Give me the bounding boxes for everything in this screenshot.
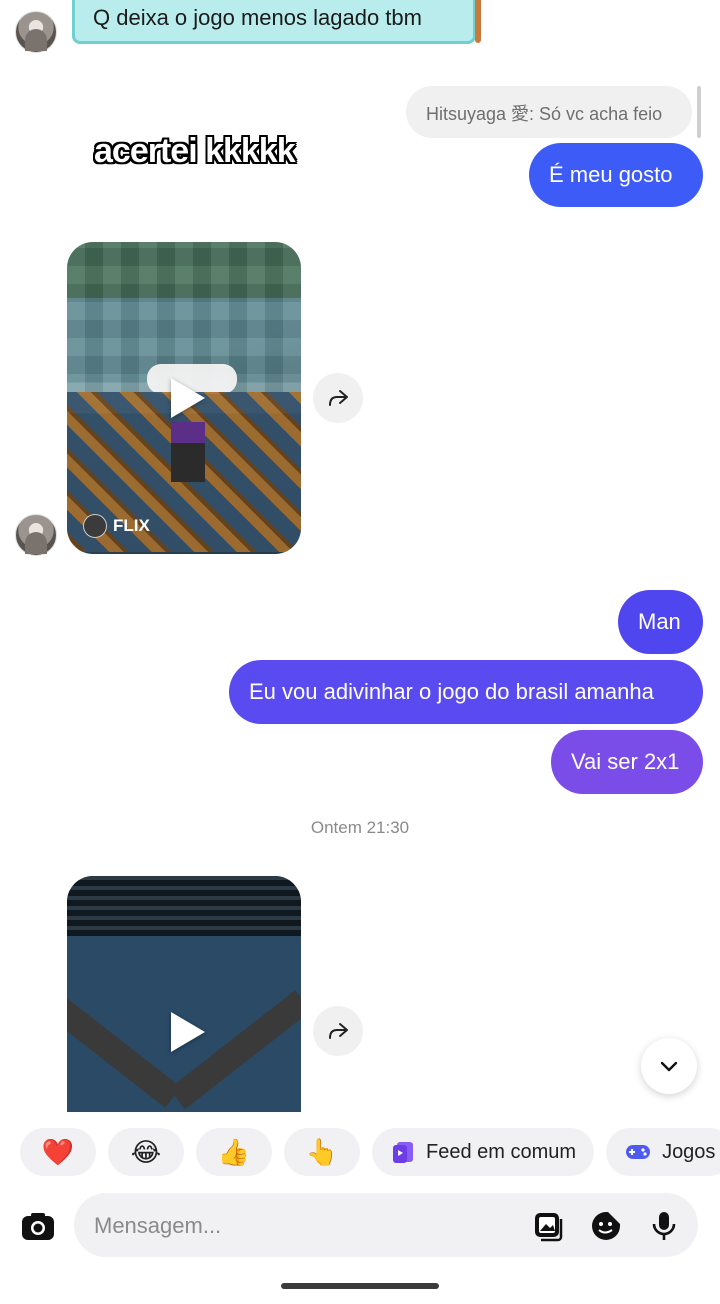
contact-avatar[interactable]: [15, 514, 57, 556]
feed-em-comum-button[interactable]: Feed em comum: [372, 1128, 595, 1176]
play-icon[interactable]: [171, 1012, 205, 1052]
play-icon[interactable]: [171, 378, 205, 418]
video-source-badge: FLIX: [83, 514, 150, 538]
contact-avatar[interactable]: [15, 11, 57, 53]
share-button[interactable]: [313, 373, 363, 423]
feed-icon: [393, 1142, 413, 1163]
overlay-caption: acertei kkkkk: [94, 132, 296, 170]
sticker-message-text: Q deixa o jogo menos lagado tbm: [93, 5, 422, 30]
source-name: FLIX: [113, 516, 150, 535]
chat-screen: Q deixa o jogo menos lagado tbm Hitsuyag…: [0, 0, 720, 1304]
message-timestamp: Ontem 21:30: [310, 818, 410, 837]
reaction-laugh-button[interactable]: 😂: [108, 1128, 184, 1176]
gamepad-icon: [626, 1145, 651, 1159]
video-scene-grid: [67, 876, 301, 936]
received-sticker-message[interactable]: Q deixa o jogo menos lagado tbm: [72, 0, 481, 44]
games-button[interactable]: Jogos: [606, 1128, 720, 1176]
feed-label: Feed em comum: [426, 1140, 577, 1163]
gallery-icon: [535, 1213, 563, 1242]
mic-icon: [652, 1212, 676, 1240]
share-icon: [329, 1023, 348, 1039]
share-button[interactable]: [313, 1006, 363, 1056]
sent-message-bubble[interactable]: Vai ser 2x1: [551, 730, 703, 794]
camera-icon: [22, 1213, 54, 1240]
sent-message-bubble[interactable]: É meu gosto: [529, 143, 703, 207]
source-avatar: [83, 514, 107, 538]
reaction-thumbs-up-button[interactable]: 👍: [196, 1128, 272, 1176]
games-label: Jogos: [662, 1140, 716, 1163]
share-icon: [329, 390, 348, 406]
message-composer: [74, 1193, 698, 1257]
chevron-down-icon: [660, 1061, 678, 1072]
sticker-button[interactable]: [589, 1209, 623, 1243]
reply-quote[interactable]: Hitsuyaga 愛: Só vc acha feio: [406, 86, 692, 138]
reply-indicator-bar: [697, 86, 701, 138]
video-scene-ramp: [67, 988, 182, 1108]
quick-actions-row: ❤️ 😂 👍 👆 Feed em comum Jogos: [20, 1128, 720, 1176]
shared-video-thumbnail[interactable]: [67, 876, 301, 1112]
sticker-icon: [592, 1212, 620, 1240]
scroll-to-bottom-button[interactable]: [641, 1038, 697, 1094]
sent-message-bubble[interactable]: Man: [618, 590, 703, 654]
sent-message-bubble[interactable]: Eu vou adivinhar o jogo do brasil amanha: [229, 660, 703, 724]
gallery-button[interactable]: [531, 1209, 565, 1243]
voice-message-button[interactable]: [647, 1209, 681, 1243]
camera-button[interactable]: [19, 1207, 57, 1245]
reaction-point-up-button[interactable]: 👆: [284, 1128, 360, 1176]
reaction-heart-button[interactable]: ❤️: [20, 1128, 96, 1176]
shared-video-thumbnail[interactable]: FLIX: [67, 242, 301, 554]
home-indicator[interactable]: [281, 1283, 439, 1289]
video-scene-character: [171, 422, 205, 482]
message-input[interactable]: [92, 1205, 516, 1247]
